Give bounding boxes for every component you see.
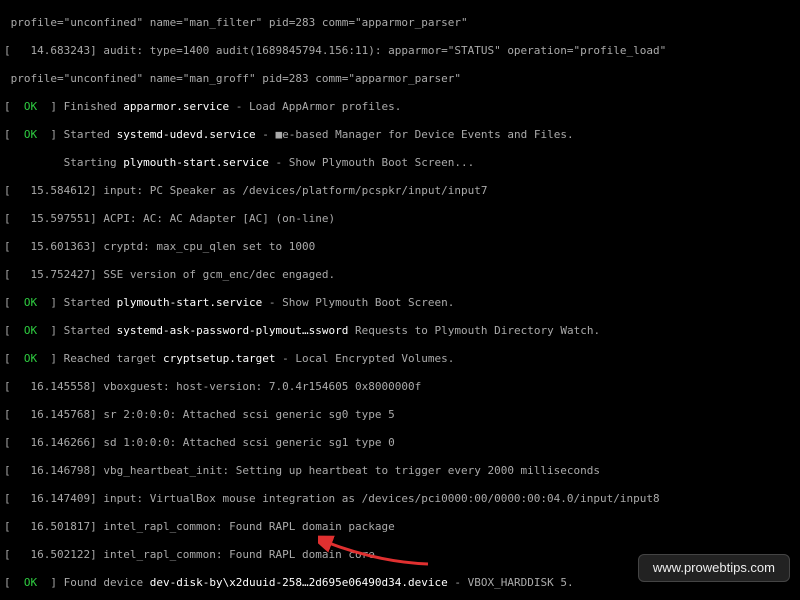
log-line: [ OK ] Started systemd-ask-password-plym…: [4, 324, 796, 338]
log-line: profile="unconfined" name="man_filter" p…: [4, 16, 796, 30]
watermark-badge: www.prowebtips.com: [638, 554, 790, 582]
log-line: [ OK ] Started systemd-udevd.service - ■…: [4, 128, 796, 142]
log-line: [ 15.601363] cryptd: max_cpu_qlen set to…: [4, 240, 796, 254]
log-line: [ 14.683243] audit: type=1400 audit(1689…: [4, 44, 796, 58]
log-line: [ 15.584612] input: PC Speaker as /devic…: [4, 184, 796, 198]
log-line: [ OK ] Finished apparmor.service - Load …: [4, 100, 796, 114]
log-line: [ 16.146798] vbg_heartbeat_init: Setting…: [4, 464, 796, 478]
log-line: [ 15.752427] SSE version of gcm_enc/dec …: [4, 268, 796, 282]
boot-console[interactable]: profile="unconfined" name="man_filter" p…: [0, 0, 800, 600]
log-line: [ 16.145558] vboxguest: host-version: 7.…: [4, 380, 796, 394]
log-line: [ OK ] Started plymouth-start.service - …: [4, 296, 796, 310]
log-line: [ 16.147409] input: VirtualBox mouse int…: [4, 492, 796, 506]
log-line: profile="unconfined" name="man_groff" pi…: [4, 72, 796, 86]
log-line: [ OK ] Reached target cryptsetup.target …: [4, 352, 796, 366]
log-line: [ 16.501817] intel_rapl_common: Found RA…: [4, 520, 796, 534]
log-line: Starting plymouth-start.service - Show P…: [4, 156, 796, 170]
log-line: [ 15.597551] ACPI: AC: AC Adapter [AC] (…: [4, 212, 796, 226]
log-line: [ 16.145768] sr 2:0:0:0: Attached scsi g…: [4, 408, 796, 422]
log-line: [ 16.146266] sd 1:0:0:0: Attached scsi g…: [4, 436, 796, 450]
